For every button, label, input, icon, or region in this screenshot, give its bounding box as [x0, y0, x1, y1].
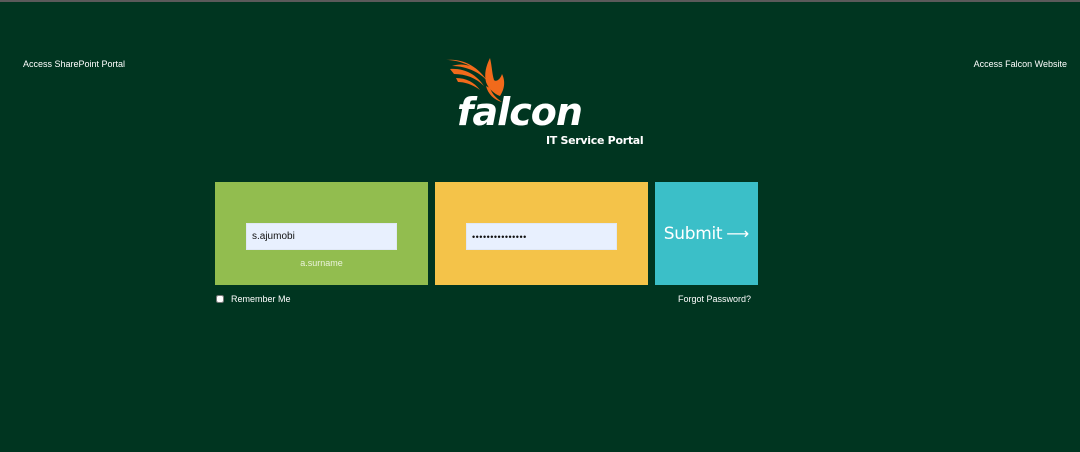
- remember-me-checkbox[interactable]: [216, 295, 224, 303]
- arrow-right-icon: ⟶: [726, 224, 749, 244]
- forgot-password-link[interactable]: Forgot Password?: [678, 294, 751, 304]
- submit-label: Submit: [664, 224, 723, 244]
- sharepoint-portal-link[interactable]: Access SharePoint Portal: [23, 59, 125, 69]
- username-tile: a.surname: [215, 182, 428, 285]
- logo-wordmark: falcon: [457, 92, 582, 132]
- falcon-website-link[interactable]: Access Falcon Website: [974, 59, 1067, 69]
- password-input[interactable]: [466, 223, 617, 250]
- top-border: [0, 0, 1080, 2]
- submit-button[interactable]: Submit ⟶: [655, 182, 758, 285]
- username-input[interactable]: [246, 223, 397, 250]
- logo-subtitle: IT Service Portal: [546, 134, 643, 147]
- remember-me[interactable]: Remember Me: [216, 294, 291, 304]
- password-tile: [435, 182, 648, 285]
- remember-me-label: Remember Me: [231, 294, 291, 304]
- username-hint: a.surname: [215, 258, 428, 268]
- falcon-logo: falcon IT Service Portal: [444, 56, 654, 152]
